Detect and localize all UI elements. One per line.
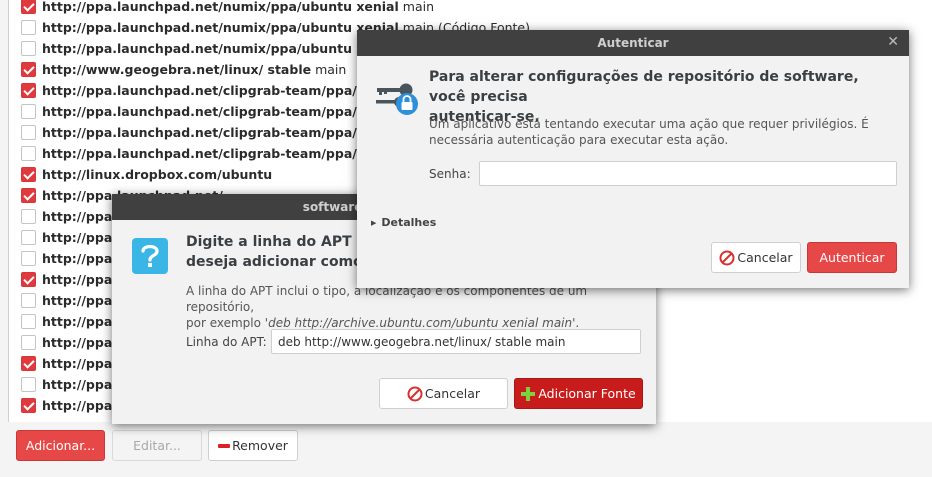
source-checkbox[interactable]: [21, 146, 36, 161]
source-checkbox[interactable]: [21, 167, 36, 182]
plus-icon: [521, 386, 536, 401]
remove-button[interactable]: Remover: [208, 430, 298, 461]
source-url: http://ppa.launchpad.net/clipgrab-team/p…: [42, 83, 408, 98]
keys-lock-icon: [373, 80, 421, 116]
auth-cancel-button[interactable]: Cancelar: [711, 242, 801, 273]
source-checkbox[interactable]: [21, 83, 36, 98]
source-checkbox[interactable]: [21, 272, 36, 287]
authenticate-button[interactable]: Autenticar: [807, 242, 897, 273]
details-label: Detalhes: [381, 216, 437, 229]
close-icon[interactable]: ✕: [887, 34, 899, 50]
apt-description-example: deb http://archive.ubuntu.com/ubuntu xen…: [268, 316, 573, 330]
source-checkbox[interactable]: [21, 125, 36, 140]
source-row[interactable]: http://ppa.launchpad.net/clipgrab-team/p…: [9, 122, 407, 143]
add-source-label: Adicionar Fonte: [538, 386, 636, 401]
stop-icon: [719, 250, 735, 265]
source-url: http://ppa.launchpad.net/numix/ppa/ubunt…: [42, 41, 399, 56]
expander-arrow-icon: ▶: [371, 218, 377, 227]
stop-icon: [407, 386, 423, 401]
auth-description-line-1: Um aplicativo está tentando executar uma…: [429, 117, 869, 131]
edit-button[interactable]: Editar...: [112, 430, 202, 461]
details-expander[interactable]: ▶ Detalhes: [371, 216, 436, 229]
minus-icon: [218, 443, 231, 448]
source-checkbox[interactable]: [21, 398, 36, 413]
source-checkbox[interactable]: [21, 188, 36, 203]
apt-line-input-value: deb http://www.geogebra.net/linux/ stabl…: [278, 334, 566, 349]
auth-cancel-label: Cancelar: [737, 250, 793, 265]
add-source-button[interactable]: Adicionar Fonte: [514, 378, 643, 409]
source-checkbox[interactable]: [21, 293, 36, 308]
password-input[interactable]: [479, 161, 897, 186]
add-button-label: Adicionar...: [25, 438, 96, 453]
password-label: Senha:: [429, 167, 471, 181]
apt-cancel-label: Cancelar: [424, 386, 481, 401]
source-checkbox[interactable]: [21, 0, 36, 14]
source-url: http://ppa.launchpad.net/clipgrab-team/p…: [42, 104, 408, 119]
auth-dialog-description: Um aplicativo está tentando executar uma…: [429, 116, 899, 148]
source-checkbox[interactable]: [21, 356, 36, 371]
auth-heading-line-1: Para alterar configurações de repositóri…: [429, 69, 859, 105]
bottom-toolbar: Adicionar... Editar... Remover: [0, 422, 932, 477]
apt-cancel-button[interactable]: Cancelar: [379, 378, 508, 409]
source-checkbox[interactable]: [21, 251, 36, 266]
source-row[interactable]: http://ppa.launchpad.net/clipgrab-team/p…: [9, 80, 407, 101]
remove-button-label: Remover: [232, 438, 288, 453]
auth-dialog-title: Autenticar: [597, 36, 669, 50]
auth-description-line-2: necessária autenticação para executar es…: [429, 133, 729, 147]
source-components: main: [402, 0, 435, 14]
source-url: http://www.geogebra.net/linux/ stable: [42, 62, 312, 77]
source-checkbox[interactable]: [21, 209, 36, 224]
source-checkbox[interactable]: [21, 20, 36, 35]
source-row[interactable]: http://ppa.launchpad.net/clipgrab-team/p…: [9, 143, 407, 164]
apt-description-prefix: por exemplo ': [186, 316, 269, 330]
source-row[interactable]: http://www.geogebra.net/linux/ stable mai…: [9, 59, 346, 80]
source-checkbox[interactable]: [21, 377, 36, 392]
source-checkbox[interactable]: [21, 230, 36, 245]
source-row[interactable]: http://ppa.launchpad.net/numix/ppa/ubunt…: [9, 0, 434, 17]
add-button[interactable]: Adicionar...: [16, 430, 105, 461]
auth-dialog: Autenticar ✕ Para alterar configurações …: [357, 30, 909, 288]
source-url: http://ppa.launchpad.net/clipgrab-team/p…: [42, 146, 408, 161]
source-components: main: [315, 62, 347, 77]
source-checkbox[interactable]: [21, 104, 36, 119]
source-row[interactable]: http://ppa.launchpad.net/clipgrab-team/p…: [9, 101, 407, 122]
source-url: http://ppa.launchpad.net/numix/ppa/ubunt…: [42, 20, 399, 35]
apt-line-label: Linha do APT:: [186, 335, 267, 349]
auth-dialog-titlebar: Autenticar ✕: [357, 30, 909, 56]
source-url: http://ppa.launchpad.net/clipgrab-team/p…: [42, 125, 408, 140]
apt-line-input[interactable]: deb http://www.geogebra.net/linux/ stabl…: [271, 329, 641, 354]
apt-description-suffix: '.: [572, 316, 580, 330]
source-checkbox[interactable]: [21, 41, 36, 56]
source-url: http://linux.dropbox.com/ubuntu: [42, 167, 273, 182]
source-url: http://ppa.launchpad.net/numix/ppa/ubunt…: [42, 0, 399, 14]
apt-dialog-description: A linha do APT inclui o tipo, a localiza…: [186, 283, 646, 331]
authenticate-label: Autenticar: [819, 250, 885, 265]
source-checkbox[interactable]: [21, 62, 36, 77]
edit-button-label: Editar...: [133, 438, 181, 453]
question-icon: [132, 238, 168, 274]
source-row[interactable]: http://linux.dropbox.com/ubuntu: [9, 164, 272, 185]
source-checkbox[interactable]: [21, 335, 36, 350]
source-checkbox[interactable]: [21, 314, 36, 329]
